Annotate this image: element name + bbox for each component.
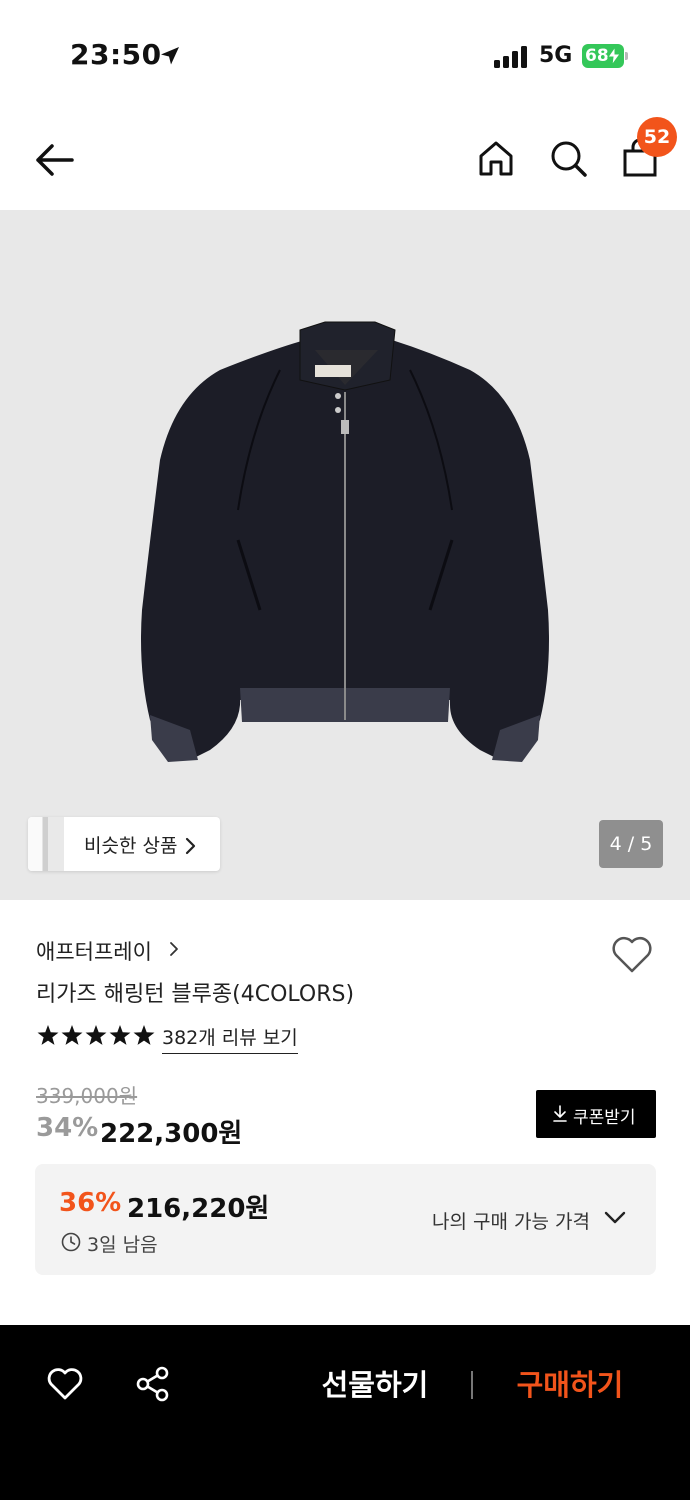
my-price-label: 나의 구매 가능 가격 — [432, 1211, 590, 1233]
time-remaining: 3일 남음 — [87, 1234, 158, 1256]
star-icon — [37, 1025, 59, 1045]
product-image-gallery[interactable]: 비슷한 상품 4 / 5 — [0, 210, 690, 900]
clock-icon — [61, 1232, 81, 1252]
star-icon — [109, 1025, 131, 1045]
battery-indicator: 68 — [582, 44, 628, 68]
top-navigation — [0, 110, 690, 210]
discount-rate: 34% — [36, 1113, 99, 1143]
best-price-box[interactable]: 36% 216,220원 3일 남음 나의 구매 가능 가격 — [35, 1164, 656, 1275]
similar-product-thumbnail — [28, 817, 64, 871]
heart-icon[interactable] — [46, 1367, 84, 1401]
network-label: 5G — [539, 43, 573, 68]
sale-price: 222,300원 — [100, 1119, 243, 1149]
status-bar: 23:50 5G 68 — [0, 0, 690, 110]
rating-stars — [37, 1025, 155, 1045]
home-icon[interactable] — [476, 138, 516, 178]
coupon-label: 쿠폰받기 — [573, 1108, 636, 1128]
gift-button[interactable]: 선물하기 — [290, 1363, 460, 1407]
search-icon[interactable] — [548, 138, 588, 178]
product-title: 리가즈 해링턴 블루종(4COLORS) — [36, 982, 355, 1007]
download-icon — [553, 1105, 567, 1122]
star-icon — [133, 1025, 155, 1045]
chevron-down-icon[interactable] — [603, 1210, 627, 1226]
divider — [471, 1371, 473, 1399]
status-time: 23:50 — [70, 38, 162, 71]
heart-icon[interactable] — [610, 934, 654, 974]
chevron-right-icon — [170, 942, 178, 956]
back-arrow-icon[interactable] — [30, 138, 78, 182]
cart-count-badge: 52 — [637, 117, 677, 157]
location-arrow-icon — [161, 47, 179, 65]
image-page-indicator: 4 / 5 — [599, 820, 663, 868]
chevron-right-icon — [185, 837, 196, 855]
charging-bolt-icon — [607, 47, 621, 65]
signal-icon — [494, 46, 527, 68]
review-link[interactable]: 382개 리뷰 보기 — [162, 1023, 298, 1054]
star-icon — [61, 1025, 83, 1045]
battery-level: 68 — [585, 46, 609, 66]
best-discount-rate: 36% — [59, 1188, 122, 1218]
star-icon — [85, 1025, 107, 1045]
coupon-download-button[interactable]: 쿠폰받기 — [536, 1090, 656, 1138]
best-price: 216,220원 — [127, 1194, 270, 1224]
bottom-action-bar: 선물하기 구매하기 — [0, 1325, 690, 1500]
original-price: 339,000원 — [36, 1084, 138, 1108]
buy-button[interactable]: 구매하기 — [480, 1363, 660, 1407]
share-icon[interactable] — [134, 1365, 172, 1403]
brand-name-link[interactable]: 애프터프레이 — [36, 936, 152, 966]
similar-products-label: 비슷한 상품 — [84, 835, 178, 857]
product-image[interactable] — [120, 310, 570, 800]
